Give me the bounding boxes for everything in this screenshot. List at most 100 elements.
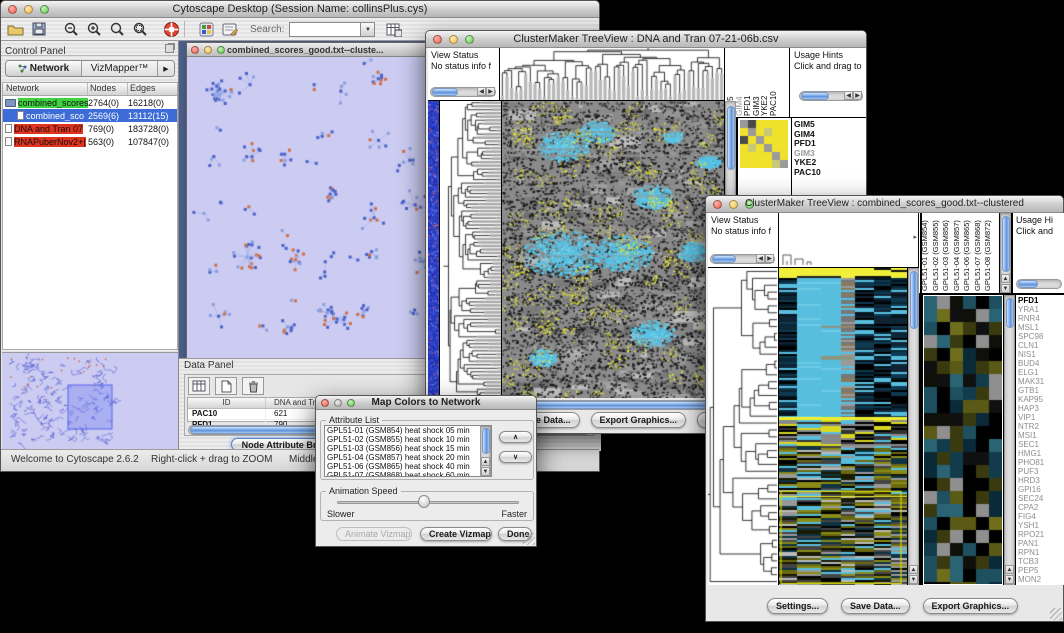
pane-expand-icon[interactable]: ▸ — [913, 233, 917, 241]
zoom-in-icon[interactable] — [84, 19, 105, 39]
scroll-right-icon[interactable]: ▶ — [486, 87, 495, 96]
tv2-column-label[interactable]: GPL51-03 (GSM856) — [942, 215, 953, 291]
tv2-gene-label[interactable]: PHO81 — [1016, 458, 1064, 467]
export-graphics-button[interactable]: Export Graphics... — [923, 598, 1019, 614]
attribute-list-item[interactable]: GPL51-01 (GSM854) heat shock 05 min — [325, 426, 491, 435]
search-dropdown-button[interactable]: ▼ — [361, 22, 375, 37]
tv1-global-overview-strip[interactable] — [428, 101, 439, 398]
tv2-gene-label[interactable]: CPA2 — [1016, 503, 1064, 512]
float-panel-icon[interactable] — [165, 44, 174, 53]
tv2-status-scrollbar[interactable]: ◀ ▶ — [710, 254, 775, 264]
new-attribute-icon[interactable] — [215, 377, 237, 395]
attribute-list-item[interactable]: GPL51-02 (GSM855) heat shock 10 min — [325, 435, 491, 444]
tv2-gene-label[interactable]: FIG4 — [1016, 512, 1064, 521]
tv1-status-scrollbar[interactable]: ◀ ▶ — [430, 87, 496, 97]
tv2-gene-label[interactable]: TCB3 — [1016, 557, 1064, 566]
tv1-title-bar[interactable]: ClusterMaker TreeView : DNA and Tran 07-… — [426, 31, 866, 48]
tv2-column-label[interactable]: GPL51-08 (GSM872) — [984, 215, 995, 291]
scroll-up-icon[interactable]: ▲ — [481, 457, 490, 466]
attribute-listbox[interactable]: GPL51-01 (GSM854) heat shock 05 minGPL51… — [324, 425, 492, 477]
search-input[interactable] — [289, 22, 361, 37]
tv2-gene-label[interactable]: VIP1 — [1016, 413, 1064, 422]
tv2-gene-label[interactable]: RPO21 — [1016, 530, 1064, 539]
zoom-button[interactable] — [217, 46, 225, 54]
tv2-gene-label[interactable]: GPI16 — [1016, 485, 1064, 494]
attribute-list-item[interactable]: GPL51-06 (GSM865) heat shock 40 min — [325, 462, 491, 471]
tv2-gene-label[interactable]: PFD1 — [1016, 296, 1064, 305]
zoom-selected-icon[interactable] — [107, 19, 128, 39]
scroll-right-icon[interactable]: ▶ — [853, 91, 862, 100]
tv2-column-dendrogram-pane[interactable]: ▸ — [779, 213, 918, 267]
tv2-gene-label[interactable]: ELG1 — [1016, 368, 1064, 377]
tv2-gene-label[interactable]: MSI1 — [1016, 431, 1064, 440]
col-header-nodes[interactable]: Nodes — [88, 83, 128, 95]
tv2-gene-label[interactable]: RNR4 — [1016, 314, 1064, 323]
tab-vizmapper[interactable]: VizMapper™ — [82, 61, 157, 76]
tv2-gene-label[interactable]: NIS1 — [1016, 350, 1064, 359]
scroll-down-icon[interactable]: ▼ — [909, 575, 918, 584]
data-col-id[interactable]: ID — [188, 398, 266, 408]
attribute-list-vscrollbar[interactable]: ▲ ▼ — [480, 426, 491, 476]
attribute-list-item[interactable]: GPL51-07 (GSM868) heat shock 60 min — [325, 471, 491, 477]
network-table-row[interactable]: DNA and Tran 07769(0)183728(0) — [3, 122, 177, 135]
tv2-heatmap-vscrollbar[interactable]: ▲ ▼ — [908, 268, 919, 585]
open-session-icon[interactable] — [5, 19, 26, 39]
main-title-bar[interactable]: Cytoscape Desktop (Session Name: collins… — [1, 1, 599, 18]
tv2-gene-label[interactable]: MSL1 — [1016, 323, 1064, 332]
save-session-icon[interactable] — [28, 19, 49, 39]
tv2-gene-label[interactable]: HMG1 — [1016, 449, 1064, 458]
birdseye-canvas[interactable] — [2, 353, 176, 449]
tv2-column-label[interactable]: GPL51-01 (GSM854) — [921, 215, 932, 291]
save-data-button[interactable]: Save Data... — [841, 598, 910, 614]
tv2-row-dendrogram-pane[interactable] — [708, 268, 778, 585]
scroll-left-icon[interactable]: ◀ — [756, 254, 765, 263]
network-table-row[interactable]: combined_scores2764(0)16218(0) — [3, 96, 177, 109]
scroll-down-icon[interactable]: ▼ — [1001, 284, 1010, 293]
scroll-left-icon[interactable]: ◀ — [477, 87, 486, 96]
tv2-gene-label[interactable]: SEC24 — [1016, 494, 1064, 503]
tv2-zoom-pane[interactable] — [923, 295, 1003, 585]
tv2-resize-grip[interactable] — [1050, 608, 1062, 620]
tab-overflow-button[interactable]: ▶ — [157, 61, 174, 76]
settings-button[interactable]: Settings... — [767, 598, 828, 614]
tv2-gene-label[interactable]: NTR2 — [1016, 422, 1064, 431]
tv2-gene-label[interactable]: PEP5 — [1016, 566, 1064, 575]
col-header-edges[interactable]: Edges — [128, 83, 177, 95]
dialog-resize-grip[interactable] — [523, 533, 535, 545]
zoom-out-icon[interactable] — [61, 19, 82, 39]
tv1-usage-scrollbar[interactable]: ◀ ▶ — [799, 91, 863, 101]
tv1-row-dendrogram-pane[interactable] — [440, 101, 501, 398]
create-vizmap-button[interactable]: Create Vizmap — [420, 527, 492, 541]
speed-slider-thumb[interactable] — [418, 495, 430, 508]
network-view-canvas[interactable] — [187, 57, 432, 363]
tv2-gene-label[interactable]: KAP95 — [1016, 395, 1064, 404]
tv1-gene-label[interactable]: PAC10 — [792, 168, 866, 178]
tv1-column-dendrogram-pane[interactable] — [500, 48, 724, 100]
animate-vizmap-button[interactable]: Animate Vizmap — [336, 527, 412, 541]
scroll-down-icon[interactable]: ▼ — [1005, 575, 1014, 584]
tab-network[interactable]: Network — [6, 61, 82, 76]
tv2-usage-scrollbar[interactable] — [1016, 279, 1062, 289]
scroll-left-icon[interactable]: ◀ — [844, 91, 853, 100]
tv2-gene-label[interactable]: PUF3 — [1016, 467, 1064, 476]
tv1-heatmap-pane[interactable] — [502, 101, 724, 398]
tv2-gene-label[interactable]: RPN1 — [1016, 548, 1064, 557]
tv2-gene-label[interactable]: HAP3 — [1016, 404, 1064, 413]
network-table-row[interactable]: combined_sco2569(6)13112(15) — [3, 109, 177, 122]
attribute-import-icon[interactable] — [383, 19, 404, 39]
tv2-gene-label[interactable]: BUD4 — [1016, 359, 1064, 368]
zoom-fit-icon[interactable] — [130, 19, 151, 39]
move-down-button[interactable]: ∨ — [499, 451, 532, 463]
tv2-gene-label[interactable]: YRA1 — [1016, 305, 1064, 314]
tv2-gene-label[interactable]: GTB1 — [1016, 386, 1064, 395]
tv2-gene-label[interactable]: MON2 — [1016, 575, 1064, 584]
export-graphics-button[interactable]: Export Graphics... — [591, 412, 687, 428]
scroll-right-icon[interactable]: ▶ — [765, 254, 774, 263]
tv2-gene-label[interactable]: HRD3 — [1016, 476, 1064, 485]
scroll-up-icon[interactable]: ▲ — [909, 565, 918, 574]
attribute-list-item[interactable]: GPL51-03 (GSM856) heat shock 15 min — [325, 444, 491, 453]
scroll-up-icon[interactable]: ▲ — [1001, 274, 1010, 283]
network-view-frame[interactable]: combined_scores_good.txt--cluste... — [186, 42, 433, 364]
dialog-title-bar[interactable]: Map Colors to Network — [316, 396, 536, 410]
move-up-button[interactable]: ∧ — [499, 431, 532, 443]
